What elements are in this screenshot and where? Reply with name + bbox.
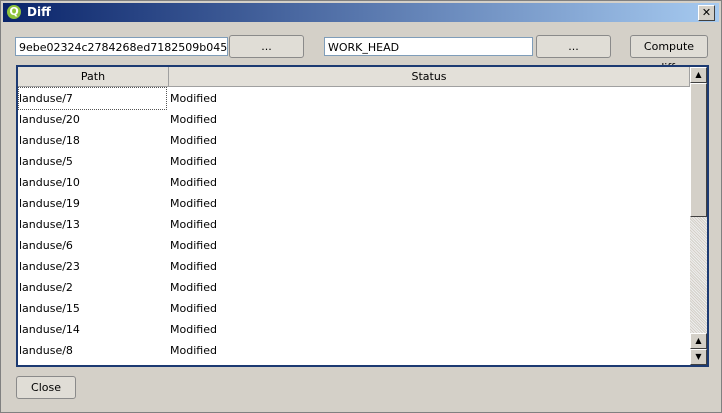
window-title: Diff bbox=[27, 5, 51, 19]
table-row[interactable]: landuse/18 Modified bbox=[18, 130, 690, 151]
status-cell: Modified bbox=[170, 239, 217, 252]
to-browse-button[interactable]: ... bbox=[536, 35, 611, 58]
path-cell: landuse/5 bbox=[19, 155, 73, 168]
table-row[interactable]: landuse/23 Modified bbox=[18, 256, 690, 277]
path-cell: landuse/14 bbox=[19, 323, 80, 336]
path-cell: landuse/13 bbox=[19, 218, 80, 231]
table-row[interactable]: landuse/6 Modified bbox=[18, 235, 690, 256]
path-cell: landuse/8 bbox=[19, 344, 73, 357]
path-cell: landuse/6 bbox=[19, 239, 73, 252]
status-cell: Modified bbox=[170, 92, 217, 105]
close-button[interactable]: Close bbox=[16, 376, 76, 399]
path-cell: landuse/7 bbox=[18, 87, 167, 110]
table-row[interactable]: landuse/13 Modified bbox=[18, 214, 690, 235]
scroll-thumb[interactable] bbox=[690, 83, 707, 217]
status-cell: Modified bbox=[170, 302, 217, 315]
scroll-down-icon[interactable]: ▲ bbox=[690, 333, 707, 349]
window-close-button[interactable]: ✕ bbox=[698, 5, 715, 21]
diff-table: Path Status landuse/7 Modified landuse/20 M… bbox=[16, 65, 709, 367]
status-cell: Modified bbox=[170, 218, 217, 231]
vertical-scrollbar[interactable]: ▲ ▲ ▼ bbox=[690, 67, 707, 365]
path-cell: landuse/23 bbox=[19, 260, 80, 273]
column-header-status[interactable]: Status bbox=[169, 67, 690, 87]
path-cell: landuse/15 bbox=[19, 302, 80, 315]
status-cell: Modified bbox=[170, 281, 217, 294]
table-row[interactable]: landuse/19 Modified bbox=[18, 193, 690, 214]
table-row[interactable]: landuse/7 Modified bbox=[18, 87, 690, 110]
scroll-up-icon[interactable]: ▲ bbox=[690, 67, 707, 83]
status-cell: Modified bbox=[170, 344, 217, 357]
status-cell: Modified bbox=[170, 323, 217, 336]
table-row[interactable]: landuse/20 Modified bbox=[18, 109, 690, 130]
table-row[interactable]: landuse/8 Modified bbox=[18, 340, 690, 361]
status-cell: Modified bbox=[170, 260, 217, 273]
status-cell: Modified bbox=[170, 113, 217, 126]
to-ref-input[interactable]: WORK_HEAD bbox=[324, 37, 533, 56]
from-ref-input[interactable]: 9ebe02324c2784268ed7182509b045647b5 bbox=[15, 37, 228, 56]
table-row[interactable]: landuse/15 Modified bbox=[18, 298, 690, 319]
path-cell: landuse/20 bbox=[19, 113, 80, 126]
status-cell: Modified bbox=[170, 155, 217, 168]
path-cell: landuse/19 bbox=[19, 197, 80, 210]
scroll-down-icon[interactable]: ▼ bbox=[690, 349, 707, 365]
table-row[interactable]: landuse/5 Modified bbox=[18, 151, 690, 172]
path-cell: landuse/10 bbox=[19, 176, 80, 189]
status-cell: Modified bbox=[170, 134, 217, 147]
column-header-path[interactable]: Path bbox=[18, 67, 169, 87]
qgis-logo-icon: Q bbox=[7, 5, 21, 19]
path-cell: landuse/2 bbox=[19, 281, 73, 294]
from-browse-button[interactable]: ... bbox=[229, 35, 304, 58]
table-row[interactable]: landuse/2 Modified bbox=[18, 277, 690, 298]
title-bar: Q Diff ✕ bbox=[3, 3, 719, 22]
path-cell: landuse/18 bbox=[19, 134, 80, 147]
diff-dialog: Q Diff ✕ 9ebe02324c2784268ed7182509b0456… bbox=[0, 0, 722, 413]
table-row[interactable]: landuse/10 Modified bbox=[18, 172, 690, 193]
table-row[interactable]: landuse/14 Modified bbox=[18, 319, 690, 340]
status-cell: Modified bbox=[170, 176, 217, 189]
status-cell: Modified bbox=[170, 197, 217, 210]
compute-diffs-button[interactable]: Compute diffs bbox=[630, 35, 708, 74]
